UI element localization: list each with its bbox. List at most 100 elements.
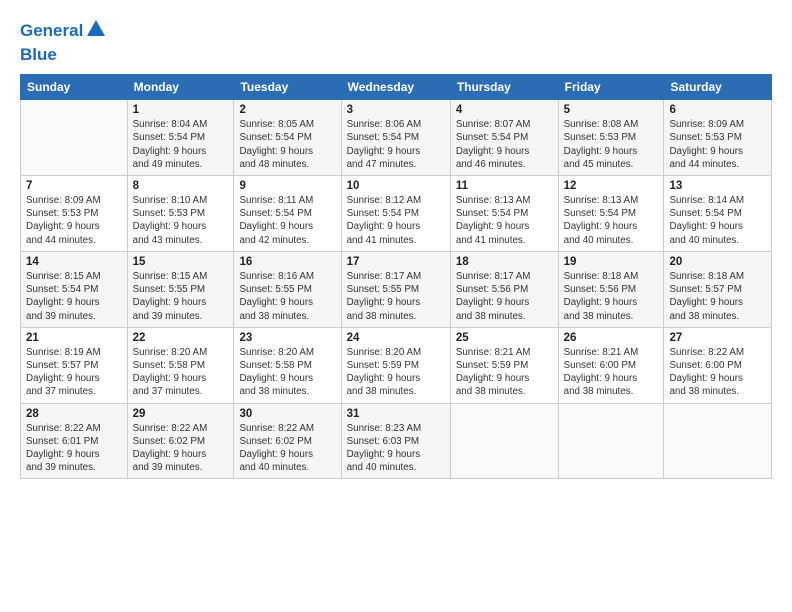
day-cell xyxy=(450,403,558,479)
day-info: Sunrise: 8:23 AM Sunset: 6:03 PM Dayligh… xyxy=(347,422,445,475)
day-info: Sunrise: 8:08 AM Sunset: 5:53 PM Dayligh… xyxy=(564,118,659,171)
day-cell: 18 Sunrise: 8:17 AM Sunset: 5:56 PM Dayli… xyxy=(450,251,558,327)
day-info: Sunrise: 8:20 AM Sunset: 5:59 PM Dayligh… xyxy=(347,346,445,399)
day-info: Sunrise: 8:13 AM Sunset: 5:54 PM Dayligh… xyxy=(564,194,659,247)
day-cell: 16 Sunrise: 8:16 AM Sunset: 5:55 PM Dayli… xyxy=(234,251,341,327)
day-cell: 11 Sunrise: 8:13 AM Sunset: 5:54 PM Dayli… xyxy=(450,175,558,251)
day-cell: 15Sunrise: 8:15 AM Sunset: 5:55 PM Dayli… xyxy=(127,251,234,327)
day-info: Sunrise: 8:18 AM Sunset: 5:57 PM Dayligh… xyxy=(669,270,766,323)
day-cell: 6 Sunrise: 8:09 AM Sunset: 5:53 PM Daylig… xyxy=(664,100,772,176)
day-info: Sunrise: 8:22 AM Sunset: 6:00 PM Dayligh… xyxy=(669,346,766,399)
logo-blue: Blue xyxy=(20,45,57,64)
day-info: Sunrise: 8:09 AM Sunset: 5:53 PM Dayligh… xyxy=(669,118,766,171)
day-number: 19 xyxy=(564,256,659,268)
day-info: Sunrise: 8:17 AM Sunset: 5:56 PM Dayligh… xyxy=(456,270,553,323)
weekday-friday: Friday xyxy=(558,75,664,100)
weekday-sunday: Sunday xyxy=(21,75,128,100)
day-cell: 21 Sunrise: 8:19 AM Sunset: 5:57 PM Dayli… xyxy=(21,327,128,403)
day-cell: 1 Sunrise: 8:04 AM Sunset: 5:54 PM Daylig… xyxy=(127,100,234,176)
day-info: Sunrise: 8:10 AM Sunset: 5:53 PM Dayligh… xyxy=(133,194,229,247)
weekday-tuesday: Tuesday xyxy=(234,75,341,100)
header: General Blue xyxy=(20,18,772,64)
day-cell: 17Sunrise: 8:17 AM Sunset: 5:55 PM Dayli… xyxy=(341,251,450,327)
weekday-saturday: Saturday xyxy=(664,75,772,100)
day-number: 23 xyxy=(239,332,335,344)
day-cell: 19 Sunrise: 8:18 AM Sunset: 5:56 PM Dayli… xyxy=(558,251,664,327)
day-info: Sunrise: 8:17 AM Sunset: 5:55 PM Dayligh… xyxy=(347,270,445,323)
day-cell: 2 Sunrise: 8:05 AM Sunset: 5:54 PM Daylig… xyxy=(234,100,341,176)
day-number: 6 xyxy=(669,104,766,116)
day-number: 12 xyxy=(564,180,659,192)
day-info: Sunrise: 8:22 AM Sunset: 6:02 PM Dayligh… xyxy=(133,422,229,475)
day-info: Sunrise: 8:04 AM Sunset: 5:54 PM Dayligh… xyxy=(133,118,229,171)
day-number: 18 xyxy=(456,256,553,268)
day-info: Sunrise: 8:22 AM Sunset: 6:01 PM Dayligh… xyxy=(26,422,122,475)
day-cell: 14Sunrise: 8:15 AM Sunset: 5:54 PM Dayli… xyxy=(21,251,128,327)
day-info: Sunrise: 8:11 AM Sunset: 5:54 PM Dayligh… xyxy=(239,194,335,247)
day-info: Sunrise: 8:15 AM Sunset: 5:55 PM Dayligh… xyxy=(133,270,229,323)
day-cell: 13 Sunrise: 8:14 AM Sunset: 5:54 PM Dayli… xyxy=(664,175,772,251)
logo-icon xyxy=(85,18,107,40)
day-number: 29 xyxy=(133,408,229,420)
day-cell xyxy=(558,403,664,479)
day-info: Sunrise: 8:06 AM Sunset: 5:54 PM Dayligh… xyxy=(347,118,445,171)
day-cell: 5 Sunrise: 8:08 AM Sunset: 5:53 PM Daylig… xyxy=(558,100,664,176)
week-row-5: 28 Sunrise: 8:22 AM Sunset: 6:01 PM Dayli… xyxy=(21,403,772,479)
day-number: 1 xyxy=(133,104,229,116)
day-number: 2 xyxy=(239,104,335,116)
day-info: Sunrise: 8:12 AM Sunset: 5:54 PM Dayligh… xyxy=(347,194,445,247)
day-cell: 10Sunrise: 8:12 AM Sunset: 5:54 PM Dayli… xyxy=(341,175,450,251)
logo: General Blue xyxy=(20,18,107,64)
day-cell: 23 Sunrise: 8:20 AM Sunset: 5:58 PM Dayli… xyxy=(234,327,341,403)
day-cell: 7 Sunrise: 8:09 AM Sunset: 5:53 PM Daylig… xyxy=(21,175,128,251)
day-number: 27 xyxy=(669,332,766,344)
weekday-thursday: Thursday xyxy=(450,75,558,100)
day-info: Sunrise: 8:07 AM Sunset: 5:54 PM Dayligh… xyxy=(456,118,553,171)
day-cell: 22Sunrise: 8:20 AM Sunset: 5:58 PM Dayli… xyxy=(127,327,234,403)
week-row-2: 7 Sunrise: 8:09 AM Sunset: 5:53 PM Daylig… xyxy=(21,175,772,251)
day-number: 13 xyxy=(669,180,766,192)
day-info: Sunrise: 8:18 AM Sunset: 5:56 PM Dayligh… xyxy=(564,270,659,323)
day-number: 26 xyxy=(564,332,659,344)
day-info: Sunrise: 8:21 AM Sunset: 6:00 PM Dayligh… xyxy=(564,346,659,399)
day-number: 14 xyxy=(26,256,122,268)
day-number: 4 xyxy=(456,104,553,116)
weekday-header-row: SundayMondayTuesdayWednesdayThursdayFrid… xyxy=(21,75,772,100)
day-info: Sunrise: 8:14 AM Sunset: 5:54 PM Dayligh… xyxy=(669,194,766,247)
day-number: 7 xyxy=(26,180,122,192)
week-row-4: 21 Sunrise: 8:19 AM Sunset: 5:57 PM Dayli… xyxy=(21,327,772,403)
page: General Blue SundayMondayTuesdayWednesda… xyxy=(0,0,792,612)
day-info: Sunrise: 8:05 AM Sunset: 5:54 PM Dayligh… xyxy=(239,118,335,171)
day-cell: 29 Sunrise: 8:22 AM Sunset: 6:02 PM Dayli… xyxy=(127,403,234,479)
day-cell: 27 Sunrise: 8:22 AM Sunset: 6:00 PM Dayli… xyxy=(664,327,772,403)
day-info: Sunrise: 8:19 AM Sunset: 5:57 PM Dayligh… xyxy=(26,346,122,399)
logo-text: General Blue xyxy=(20,18,107,64)
day-cell: 25Sunrise: 8:21 AM Sunset: 5:59 PM Dayli… xyxy=(450,327,558,403)
logo-general: General xyxy=(20,21,83,40)
day-number: 5 xyxy=(564,104,659,116)
day-number: 21 xyxy=(26,332,122,344)
day-info: Sunrise: 8:09 AM Sunset: 5:53 PM Dayligh… xyxy=(26,194,122,247)
day-info: Sunrise: 8:21 AM Sunset: 5:59 PM Dayligh… xyxy=(456,346,553,399)
day-cell xyxy=(21,100,128,176)
day-number: 11 xyxy=(456,180,553,192)
day-number: 28 xyxy=(26,408,122,420)
week-row-1: 1 Sunrise: 8:04 AM Sunset: 5:54 PM Daylig… xyxy=(21,100,772,176)
day-cell: 26 Sunrise: 8:21 AM Sunset: 6:00 PM Dayli… xyxy=(558,327,664,403)
day-number: 3 xyxy=(347,104,445,116)
weekday-monday: Monday xyxy=(127,75,234,100)
day-number: 8 xyxy=(133,180,229,192)
day-cell: 8 Sunrise: 8:10 AM Sunset: 5:53 PM Daylig… xyxy=(127,175,234,251)
day-number: 24 xyxy=(347,332,445,344)
day-number: 16 xyxy=(239,256,335,268)
day-cell: 28 Sunrise: 8:22 AM Sunset: 6:01 PM Dayli… xyxy=(21,403,128,479)
day-cell: 24 Sunrise: 8:20 AM Sunset: 5:59 PM Dayli… xyxy=(341,327,450,403)
day-number: 31 xyxy=(347,408,445,420)
day-number: 22 xyxy=(133,332,229,344)
day-cell: 20Sunrise: 8:18 AM Sunset: 5:57 PM Dayli… xyxy=(664,251,772,327)
day-info: Sunrise: 8:13 AM Sunset: 5:54 PM Dayligh… xyxy=(456,194,553,247)
day-cell: 9 Sunrise: 8:11 AM Sunset: 5:54 PM Daylig… xyxy=(234,175,341,251)
day-number: 9 xyxy=(239,180,335,192)
day-info: Sunrise: 8:20 AM Sunset: 5:58 PM Dayligh… xyxy=(239,346,335,399)
day-info: Sunrise: 8:16 AM Sunset: 5:55 PM Dayligh… xyxy=(239,270,335,323)
